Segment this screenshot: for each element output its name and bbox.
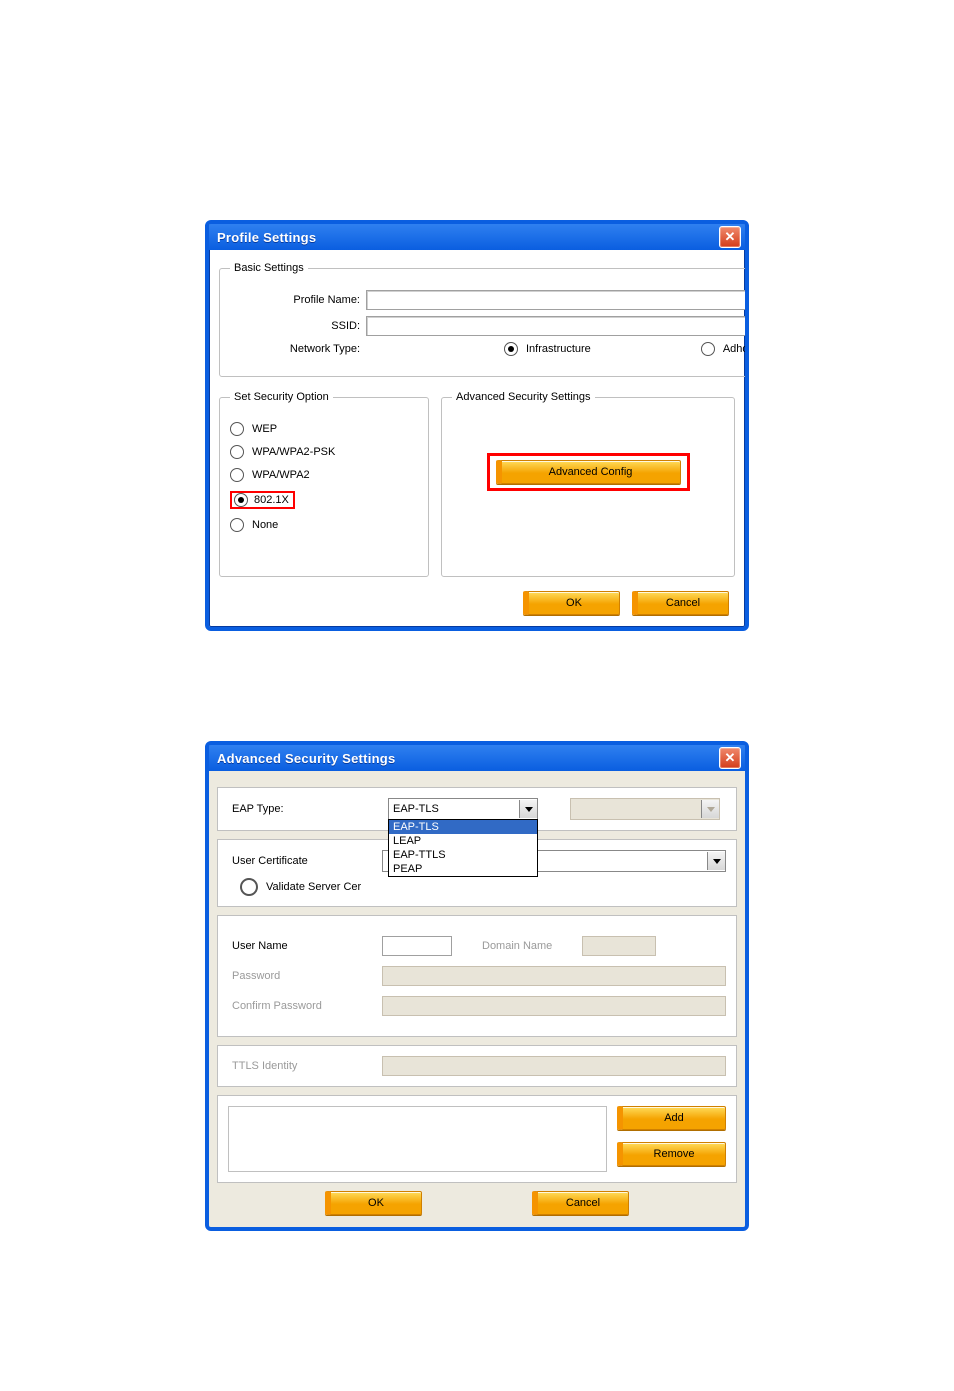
ttls-identity-label: TTLS Identity (228, 1060, 382, 1072)
profile-name-input[interactable] (366, 290, 749, 310)
advanced-security-group: Advanced Security Settings Advanced Conf… (441, 391, 735, 577)
window-title: Profile Settings (217, 230, 316, 245)
radio-infrastructure-label: Infrastructure (526, 343, 591, 355)
security-option-group: Set Security Option WEP WPA/WPA2-PSK WPA… (219, 391, 429, 577)
chevron-down-icon[interactable] (707, 852, 725, 870)
radio-infrastructure[interactable] (504, 342, 518, 356)
radio-wep[interactable] (230, 422, 244, 436)
password-label: Password (228, 970, 382, 982)
window-title: Advanced Security Settings (217, 751, 395, 766)
cancel-button[interactable]: Cancel (632, 591, 729, 615)
domain-name-label: Domain Name (482, 940, 552, 952)
ssid-input[interactable] (366, 316, 749, 336)
profile-name-label: Profile Name: (230, 294, 366, 306)
ok-button[interactable]: OK (523, 591, 620, 615)
confirm-password-label: Confirm Password (228, 1000, 382, 1012)
user-name-input[interactable] (382, 936, 452, 956)
radio-wpa-label: WPA/WPA2 (252, 469, 310, 481)
basic-settings-legend: Basic Settings (230, 262, 308, 274)
validate-server-cert-label: Validate Server Cer (266, 881, 361, 893)
radio-wpa-psk-label: WPA/WPA2-PSK (252, 446, 335, 458)
profile-settings-dialog: Profile Settings Basic Settings Profile … (205, 220, 749, 631)
eap-type-select[interactable]: EAP-TLS (388, 798, 538, 820)
ttls-panel: TTLS Identity (217, 1045, 737, 1087)
eap-type-value: EAP-TLS (389, 803, 519, 815)
ok-button[interactable]: OK (325, 1191, 422, 1215)
radio-8021x-label: 802.1X (254, 494, 289, 506)
radio-wep-label: WEP (252, 423, 277, 435)
radio-adhoc-label: Adhoc (723, 343, 749, 355)
close-icon[interactable] (719, 226, 741, 248)
credentials-panel: User Name Domain Name Password Confirm P… (217, 915, 737, 1037)
highlight-advanced-config: Advanced Config (487, 453, 690, 491)
user-name-label: User Name (228, 940, 382, 952)
remove-button[interactable]: Remove (617, 1142, 726, 1166)
radio-none[interactable] (230, 518, 244, 532)
domain-name-input (582, 936, 656, 956)
advanced-security-dialog: Advanced Security Settings EAP Type: EAP… (205, 741, 749, 1231)
validate-server-cert-radio[interactable] (240, 878, 258, 896)
server-list-panel: Add Remove (217, 1095, 737, 1183)
eap-option-eap-ttls[interactable]: EAP-TTLS (389, 848, 537, 862)
eap-subtype-select (570, 798, 720, 820)
chevron-down-icon[interactable] (519, 800, 537, 818)
eap-panel: EAP Type: EAP-TLS EAP-TLS LEAP EAP-TTLS … (217, 787, 737, 831)
add-button[interactable]: Add (617, 1106, 726, 1130)
highlight-8021x: 802.1X (230, 491, 295, 509)
ssid-label: SSID: (230, 320, 366, 332)
security-option-legend: Set Security Option (230, 391, 333, 403)
ttls-identity-input (382, 1056, 726, 1076)
radio-none-label: None (252, 519, 278, 531)
user-certificate-label: User Certificate (228, 855, 382, 867)
radio-wpa-psk[interactable] (230, 445, 244, 459)
eap-option-peap[interactable]: PEAP (389, 862, 537, 876)
titlebar: Profile Settings (209, 224, 745, 250)
close-icon[interactable] (719, 747, 741, 769)
advanced-security-legend: Advanced Security Settings (452, 391, 595, 403)
cancel-button[interactable]: Cancel (532, 1191, 629, 1215)
server-list[interactable] (228, 1106, 607, 1172)
basic-settings-group: Basic Settings Profile Name: SSID: Netwo… (219, 262, 749, 377)
password-input (382, 966, 726, 986)
chevron-down-icon (701, 800, 719, 818)
radio-adhoc[interactable] (701, 342, 715, 356)
radio-8021x[interactable] (234, 493, 248, 507)
network-type-label: Network Type: (230, 343, 366, 355)
eap-type-dropdown-list[interactable]: EAP-TLS LEAP EAP-TTLS PEAP (388, 819, 538, 877)
radio-wpa[interactable] (230, 468, 244, 482)
eap-type-label: EAP Type: (228, 803, 382, 815)
eap-option-leap[interactable]: LEAP (389, 834, 537, 848)
advanced-config-button[interactable]: Advanced Config (496, 460, 681, 484)
eap-option-eap-tls[interactable]: EAP-TLS (389, 820, 537, 834)
confirm-password-input (382, 996, 726, 1016)
titlebar: Advanced Security Settings (209, 745, 745, 771)
